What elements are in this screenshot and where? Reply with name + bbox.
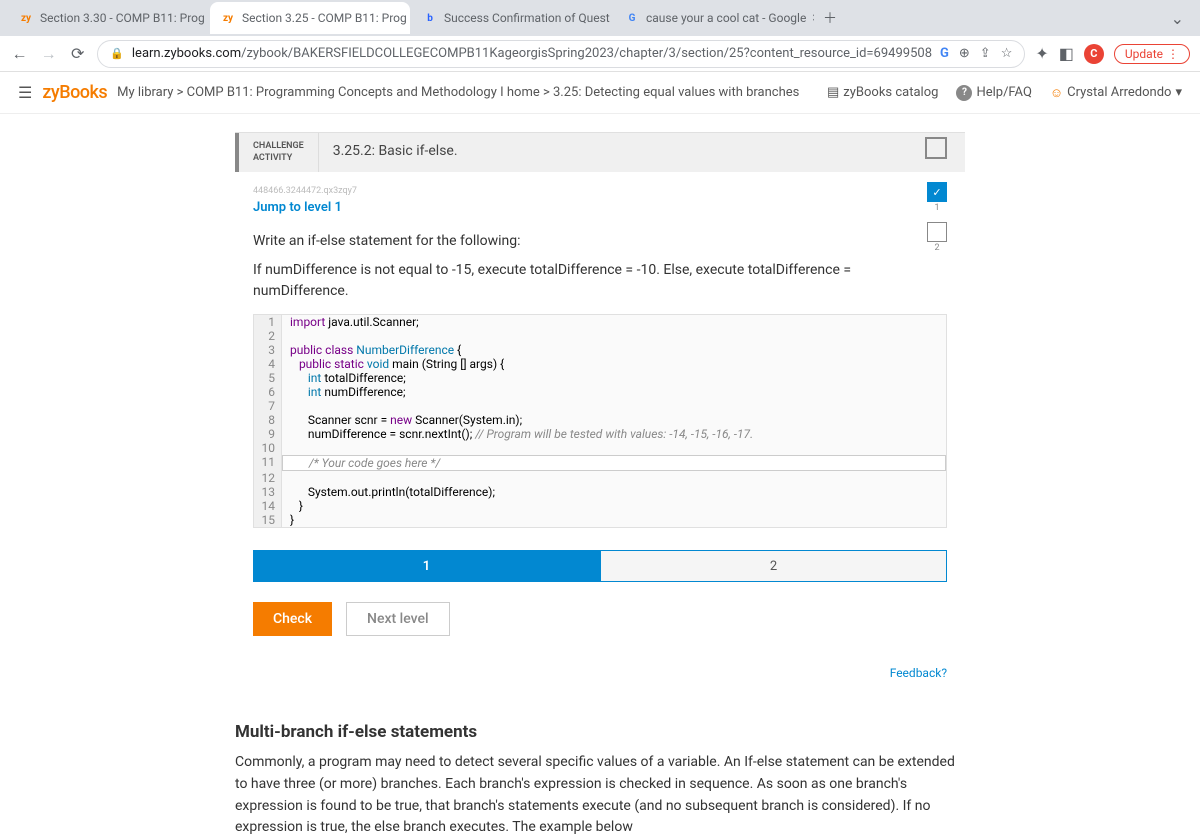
line-number: 7 <box>254 399 282 413</box>
activity-type-label: CHALLENGEACTIVITY <box>239 133 319 172</box>
section-heading: Multi-branch if-else statements <box>235 722 965 742</box>
code-line <box>282 441 290 455</box>
code-line: public static void main (String [] args)… <box>282 357 504 371</box>
code-line[interactable]: /* Your code goes here */ <box>282 455 946 471</box>
pager-level[interactable]: 2 <box>600 550 947 582</box>
jump-to-level-link[interactable]: Jump to level 1 <box>253 200 947 215</box>
app-header: ☰ zyBooks My library > COMP B11: Program… <box>0 72 1200 114</box>
browser-tab[interactable]: zySection 3.30 - COMP B11: Prog× <box>8 2 208 34</box>
challenge-activity: CHALLENGEACTIVITY 3.25.2: Basic if-else.… <box>235 132 965 694</box>
update-button[interactable]: Update ⋮ <box>1114 44 1190 64</box>
code-line <box>282 399 290 413</box>
zoom-icon[interactable]: ⊕ <box>959 46 970 61</box>
back-button[interactable]: ← <box>10 44 29 64</box>
profile-avatar[interactable]: C <box>1084 44 1104 64</box>
level-indicator[interactable]: ✓1 <box>927 182 947 202</box>
section-text: Commonly, a program may need to detect s… <box>235 752 965 839</box>
menu-icon[interactable]: ☰ <box>18 83 32 102</box>
pager-level[interactable]: 1 <box>253 550 600 582</box>
line-number: 11 <box>254 455 282 471</box>
line-number: 6 <box>254 385 282 399</box>
instruction-line-1: Write an if-else statement for the follo… <box>253 231 947 252</box>
line-number: 4 <box>254 357 282 371</box>
line-number: 1 <box>254 315 282 329</box>
level-pager: 12 <box>253 550 947 582</box>
google-icon[interactable]: G <box>940 46 949 61</box>
code-line: import java.util.Scanner; <box>282 315 419 329</box>
url-text: learn.zybooks.com/zybook/BAKERSFIELDCOLL… <box>132 46 932 61</box>
tab-favicon: zy <box>18 10 34 26</box>
code-editor[interactable]: 1import java.util.Scanner;23public class… <box>253 314 947 528</box>
code-line: Scanner scnr = new Scanner(System.in); <box>282 413 522 427</box>
line-number: 14 <box>254 499 282 513</box>
level-indicator[interactable]: 2 <box>927 222 947 242</box>
code-line: numDifference = scnr.nextInt(); // Progr… <box>282 427 753 441</box>
line-number: 13 <box>254 485 282 499</box>
code-line: } <box>282 499 303 513</box>
lock-icon: 🔒 <box>110 47 124 60</box>
line-number: 15 <box>254 513 282 527</box>
logo[interactable]: zyBooks <box>42 82 107 103</box>
tab-favicon: G <box>624 10 640 26</box>
address-bar[interactable]: 🔒 learn.zybooks.com/zybook/BAKERSFIELDCO… <box>97 40 1025 68</box>
tab-favicon: zy <box>220 10 236 26</box>
browser-toolbar: ← → ⟳ 🔒 learn.zybooks.com/zybook/BAKERSF… <box>0 36 1200 72</box>
main-content: CHALLENGEACTIVITY 3.25.2: Basic if-else.… <box>0 114 1200 839</box>
next-level-button[interactable]: Next level <box>346 602 450 636</box>
code-line: int numDifference; <box>282 385 406 399</box>
breadcrumb[interactable]: My library > COMP B11: Programming Conce… <box>117 85 799 100</box>
line-number: 8 <box>254 413 282 427</box>
tab-title: Section 3.25 - COMP B11: Prog <box>242 11 407 25</box>
code-line: System.out.println(totalDifference); <box>282 485 495 499</box>
line-number: 3 <box>254 343 282 357</box>
line-number: 2 <box>254 329 282 343</box>
line-number: 9 <box>254 427 282 441</box>
activity-status-box <box>925 137 947 159</box>
code-line: } <box>282 513 294 527</box>
tab-favicon: b <box>422 10 438 26</box>
tab-title: cause your a cool cat - Google <box>646 11 806 25</box>
browser-tab[interactable]: Gcause your a cool cat - Google × <box>614 2 814 34</box>
code-line: int totalDifference; <box>282 371 406 385</box>
tab-title: Success Confirmation of Quest <box>444 11 610 25</box>
help-link[interactable]: ?Help/FAQ <box>956 85 1031 101</box>
line-number: 12 <box>254 471 282 485</box>
bookmark-icon[interactable]: ☆ <box>1001 46 1013 61</box>
user-menu[interactable]: ☺Crystal Arredondo▾ <box>1050 85 1182 101</box>
feedback-link[interactable]: Feedback? <box>253 666 947 680</box>
code-line <box>282 329 290 343</box>
browser-tab[interactable]: bSuccess Confirmation of Quest× <box>412 2 612 34</box>
line-number: 10 <box>254 441 282 455</box>
share-icon[interactable]: ⇪ <box>980 46 991 61</box>
tab-overflow-button[interactable]: ⌄ <box>1163 9 1192 28</box>
code-line: public class NumberDifference { <box>282 343 461 357</box>
activity-header: CHALLENGEACTIVITY 3.25.2: Basic if-else. <box>235 133 965 172</box>
check-button[interactable]: Check <box>253 602 332 636</box>
catalog-link[interactable]: ▤zyBooks catalog <box>827 85 938 100</box>
code-line <box>282 471 290 485</box>
close-tab-icon[interactable]: × <box>812 10 814 26</box>
browser-tab[interactable]: zySection 3.25 - COMP B11: Prog× <box>210 2 410 34</box>
forward-button[interactable]: → <box>39 44 58 64</box>
reload-button[interactable]: ⟳ <box>68 44 87 64</box>
activity-title: 3.25.2: Basic if-else. <box>319 133 472 172</box>
extensions-icon[interactable]: ✦ <box>1035 44 1048 63</box>
browser-tab-strip: zy Section 3.30 - COMP B11: Prog × zy Sectio… <box>0 0 1200 36</box>
line-number: 5 <box>254 371 282 385</box>
new-tab-button[interactable]: ＋ <box>816 4 844 32</box>
instruction-line-2: If numDifference is not equal to -15, ex… <box>253 260 947 302</box>
activity-id: 448466.3244472.qx3zqy7 <box>253 186 947 196</box>
side-panel-icon[interactable]: ◧ <box>1059 44 1074 63</box>
tab-title: Section 3.30 - COMP B11: Prog <box>40 11 205 25</box>
